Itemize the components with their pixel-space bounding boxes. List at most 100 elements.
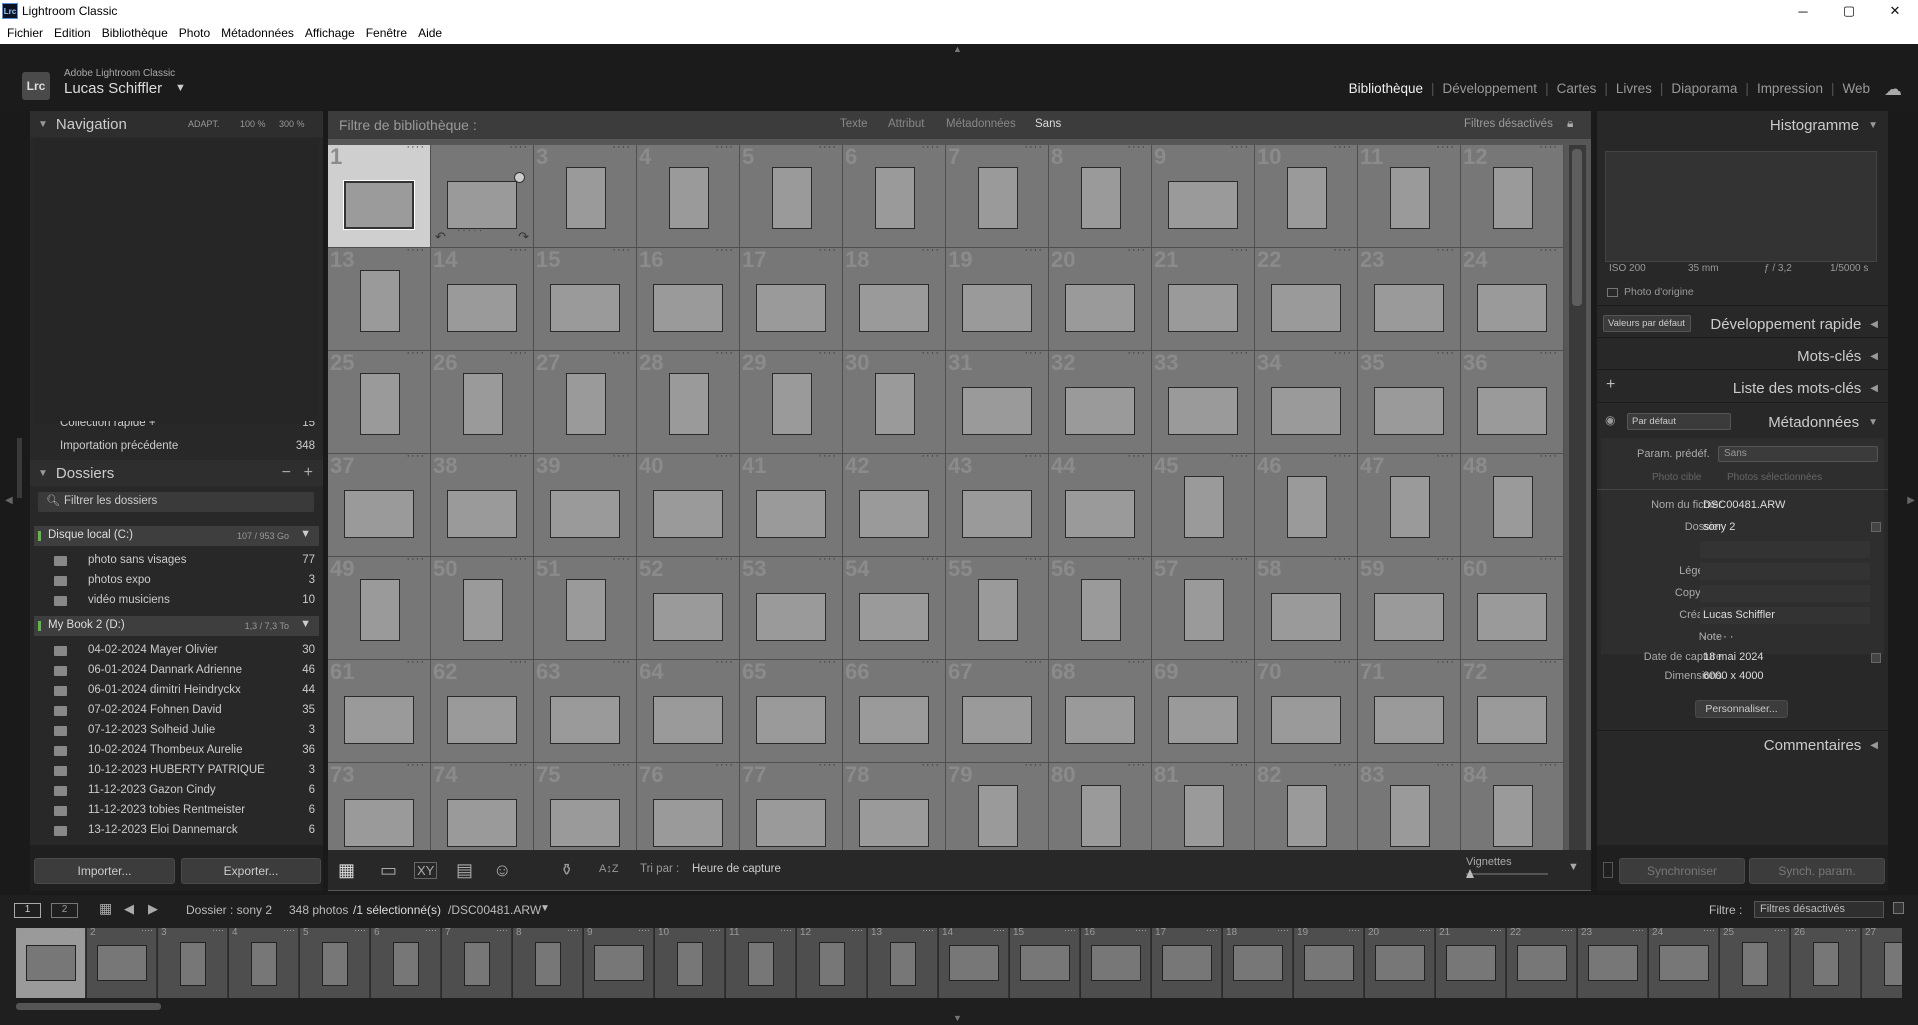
grid-icon[interactable]: ▦ xyxy=(99,900,112,917)
keyword-list-header[interactable]: Liste des mots-clés ◀ xyxy=(1597,374,1888,402)
filmstrip-thumbnail[interactable]: 6 ···· xyxy=(371,928,441,998)
thumbnail-menu-icon[interactable]: ···· xyxy=(406,244,425,256)
thumbnail-menu-icon[interactable]: ···· xyxy=(1436,759,1455,771)
grid-thumbnail[interactable]: 49 ···· xyxy=(328,553,431,660)
thumbnail-menu-icon[interactable]: ···· xyxy=(212,928,224,935)
grid-thumbnail[interactable]: 38 ···· xyxy=(431,450,534,557)
folder-item[interactable]: 07-02-2024 Fohnen David 35 xyxy=(30,701,323,721)
thumbnail-menu-icon[interactable]: ···· xyxy=(406,759,425,771)
thumbnail-menu-icon[interactable]: ···· xyxy=(612,347,631,359)
tab-target-photo[interactable]: Photo cible xyxy=(1652,472,1701,483)
thumbnail-menu-icon[interactable]: ···· xyxy=(1127,244,1146,256)
filmstrip-thumbnail[interactable]: 3 ···· xyxy=(158,928,228,998)
thumbnail-menu-icon[interactable]: ···· xyxy=(1436,656,1455,668)
creator-field[interactable]: Lucas Schiffler xyxy=(1700,607,1870,624)
grid-thumbnail[interactable]: 16 ···· xyxy=(637,244,740,351)
grid-thumbnail[interactable]: 63 ···· xyxy=(534,656,637,763)
loupe-view-icon[interactable]: ▭ xyxy=(380,860,397,881)
grid-thumbnail[interactable]: 23 ···· xyxy=(1358,244,1461,351)
filmstrip-thumbnail[interactable]: 1 ···· xyxy=(16,928,86,998)
thumbnail-menu-icon[interactable]: ···· xyxy=(1230,759,1249,771)
module-livres[interactable]: Livres xyxy=(1616,81,1652,96)
grid-thumbnail[interactable]: ···· · · · · · ↶ ↷ xyxy=(431,145,534,248)
filmstrip-thumbnail[interactable]: 24 ···· xyxy=(1649,928,1719,998)
grid-thumbnail[interactable]: 36 ···· xyxy=(1461,347,1564,454)
grid-thumbnail[interactable]: 29 ···· xyxy=(740,347,843,454)
folder-item[interactable]: 10-12-2023 HUBERTY PATRIQUE 3 xyxy=(30,761,323,781)
rating-stars[interactable]: · · · · · xyxy=(1700,629,1870,646)
folder-item[interactable]: photos expo 3 xyxy=(30,571,323,591)
thumbnail-menu-icon[interactable]: ···· xyxy=(1539,450,1558,462)
add-keyword-icon[interactable]: + xyxy=(1606,376,1615,394)
histogram-chart[interactable] xyxy=(1605,151,1877,262)
rotate-left-icon[interactable]: ↶ xyxy=(435,229,446,245)
grid-thumbnail[interactable]: 68 ···· xyxy=(1049,656,1152,763)
thumbnail-menu-icon[interactable]: ···· xyxy=(715,553,734,565)
module-developpement[interactable]: Développement xyxy=(1443,81,1538,96)
thumbnail-menu-icon[interactable]: ···· xyxy=(1206,928,1218,935)
grid-thumbnail[interactable]: 26 ···· xyxy=(431,347,534,454)
export-button[interactable]: Exporter... xyxy=(181,858,321,884)
copyright-field[interactable] xyxy=(1700,585,1870,602)
catalog-row[interactable]: Importation précédente 348 xyxy=(30,437,323,457)
remove-folder-icon[interactable]: − xyxy=(282,464,291,482)
top-panel-toggle-icon[interactable]: ▲ xyxy=(953,44,962,54)
grid-scrollbar-thumb[interactable] xyxy=(1572,149,1582,306)
histogram-header[interactable]: Histogramme ▼ xyxy=(1597,111,1888,139)
second-screen-button[interactable]: 2 xyxy=(51,903,78,918)
grid-thumbnail[interactable]: 12 ···· xyxy=(1461,145,1564,248)
auto-sync-toggle[interactable] xyxy=(1603,862,1613,878)
thumbnail-menu-icon[interactable]: ···· xyxy=(1539,244,1558,256)
thumbnail-menu-icon[interactable]: ···· xyxy=(1539,656,1558,668)
folder-item[interactable]: 13-12-2023 Eloi Dannemarck 6 xyxy=(30,821,323,841)
quick-develop-preset-select[interactable]: Valeurs par défaut xyxy=(1603,315,1691,332)
go-to-folder-icon[interactable] xyxy=(1871,522,1881,532)
thumbnail-menu-icon[interactable]: ···· xyxy=(406,656,425,668)
menu-bibliotheque[interactable]: Bibliothèque xyxy=(102,26,168,40)
back-arrow-icon[interactable]: ◀ xyxy=(124,901,134,917)
identity-dropdown-icon[interactable]: ▼ xyxy=(175,82,186,94)
thumbnail-menu-icon[interactable]: ···· xyxy=(509,145,528,153)
thumbnail-menu-icon[interactable]: ···· xyxy=(921,656,940,668)
filename-value[interactable]: DSC00481.ARW xyxy=(1700,497,1870,514)
thumbnail-menu-icon[interactable]: ···· xyxy=(1632,928,1644,935)
thumbnail-menu-icon[interactable]: ···· xyxy=(921,145,940,153)
grid-thumbnail[interactable]: 58 ···· xyxy=(1255,553,1358,660)
thumbnail-menu-icon[interactable]: ···· xyxy=(509,553,528,565)
menu-metadonnees[interactable]: Métadonnées xyxy=(221,26,294,40)
thumbnail-menu-icon[interactable]: ···· xyxy=(921,450,940,462)
thumbnail-menu-icon[interactable]: ···· xyxy=(612,656,631,668)
grid-thumbnail[interactable]: 48 ···· xyxy=(1461,450,1564,557)
compare-view-icon[interactable]: XY xyxy=(414,862,438,879)
close-button[interactable]: ✕ xyxy=(1872,0,1918,22)
thumbnail-menu-icon[interactable]: ···· xyxy=(1333,553,1352,565)
grid-thumbnail[interactable]: 11 ···· xyxy=(1358,145,1461,248)
thumbnail-menu-icon[interactable]: ···· xyxy=(509,244,528,256)
thumbnail-menu-icon[interactable]: ···· xyxy=(612,244,631,256)
thumbnail-menu-icon[interactable]: ···· xyxy=(612,553,631,565)
menu-aide[interactable]: Aide xyxy=(418,26,442,40)
grid-thumbnail[interactable]: 35 ···· xyxy=(1358,347,1461,454)
thumbnail-menu-icon[interactable]: ···· xyxy=(1333,759,1352,771)
volume-header[interactable]: Disque local (C:) 107 / 953 Go ▼ xyxy=(34,526,319,546)
filmstrip-thumbnail[interactable]: 20 ···· xyxy=(1365,928,1435,998)
grid-thumbnail[interactable]: 47 ···· xyxy=(1358,450,1461,557)
folder-item[interactable]: 06-01-2024 Dannark Adrienne 46 xyxy=(30,661,323,681)
thumbnail-menu-icon[interactable]: ···· xyxy=(406,347,425,359)
grid-thumbnail[interactable]: 13 ···· xyxy=(328,244,431,351)
grid-thumbnail[interactable]: 64 ···· xyxy=(637,656,740,763)
grid-thumbnail[interactable]: 50 ···· xyxy=(431,553,534,660)
filmstrip-scrollbar-thumb[interactable] xyxy=(16,1003,161,1010)
thumbnail-menu-icon[interactable]: ···· xyxy=(715,656,734,668)
filmstrip-thumbnail[interactable]: 22 ···· xyxy=(1507,928,1577,998)
grid-scrollbar-track[interactable] xyxy=(1569,145,1586,850)
main-screen-button[interactable]: 1 xyxy=(14,903,41,918)
navigator-header[interactable]: ▼ Navigation ADAPT. 100 % 300 % xyxy=(30,111,323,137)
grid-thumbnail[interactable]: 3 ···· xyxy=(534,145,637,248)
thumbnail-menu-icon[interactable]: ···· xyxy=(1436,347,1455,359)
filmstrip-thumbnail[interactable]: 14 ···· xyxy=(939,928,1009,998)
grid-thumbnail[interactable]: 39 ···· xyxy=(534,450,637,557)
import-button[interactable]: Importer... xyxy=(34,858,175,884)
thumbnail-size-slider[interactable] xyxy=(1466,869,1548,878)
filmstrip-thumbnail[interactable]: 8 ···· xyxy=(513,928,583,998)
